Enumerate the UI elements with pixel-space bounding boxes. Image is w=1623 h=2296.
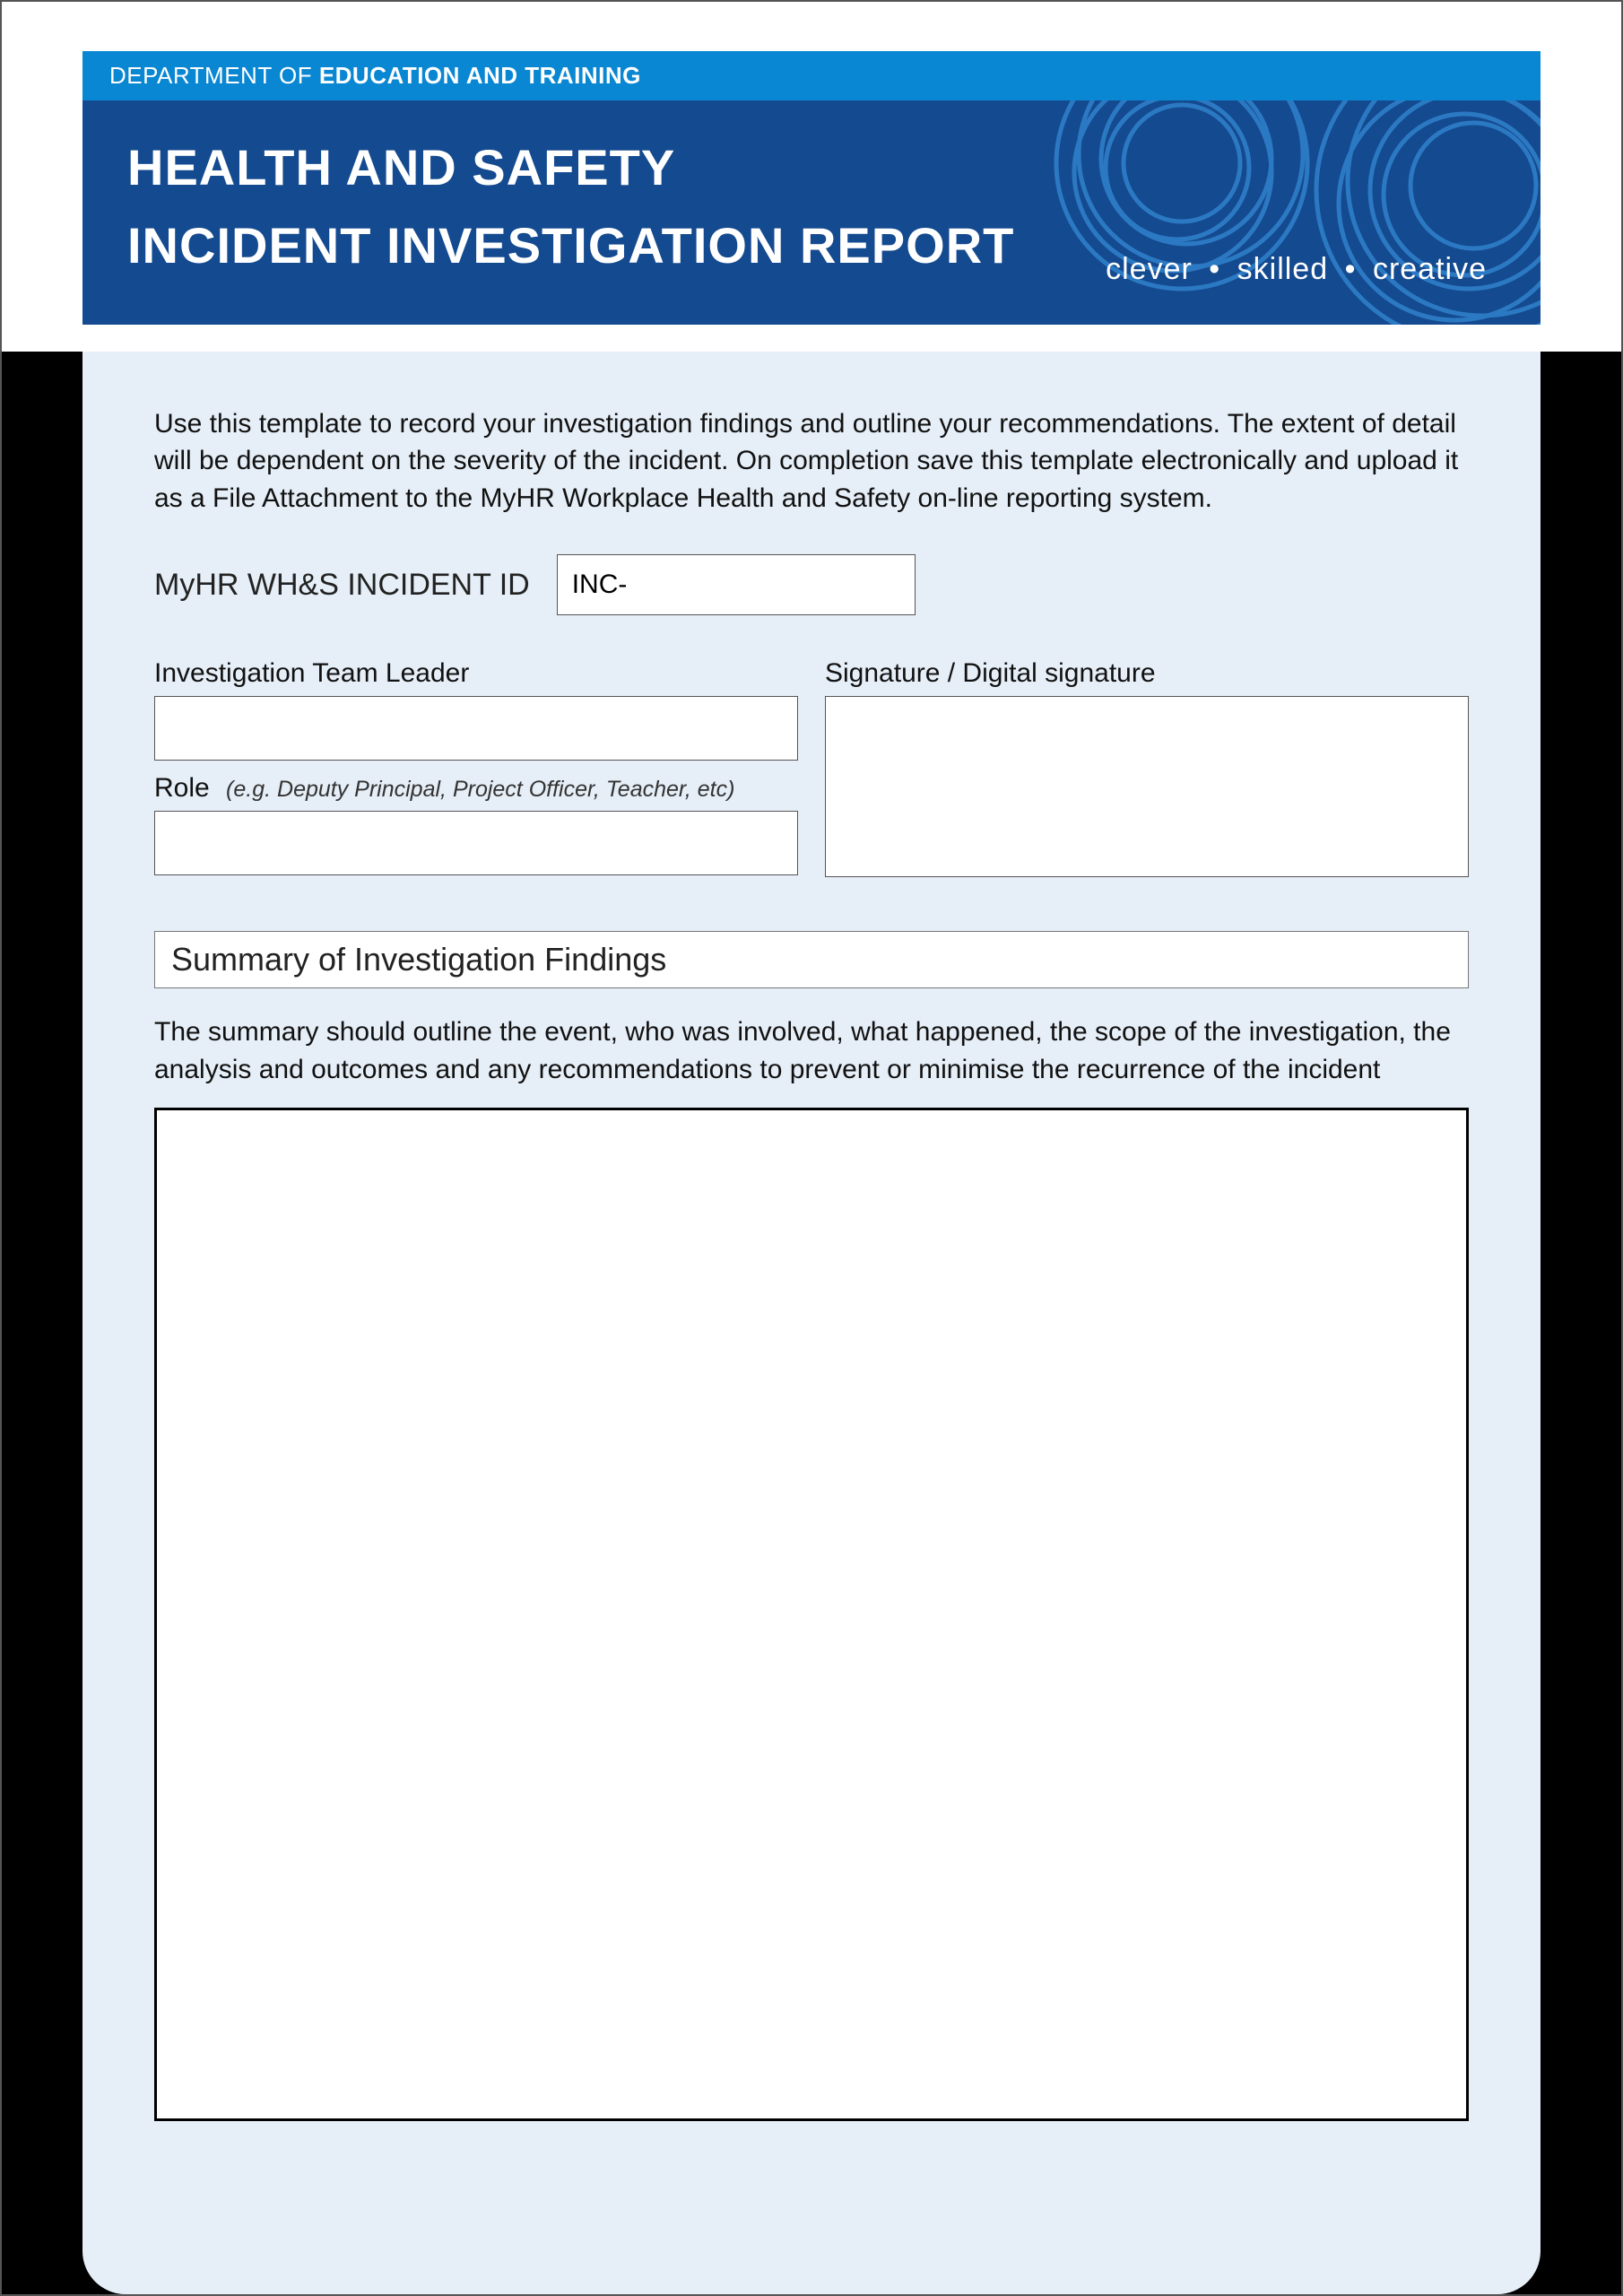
signature-box[interactable] (825, 696, 1469, 877)
leader-column: Investigation Team Leader Role (e.g. Dep… (154, 658, 798, 877)
incident-id-row: MyHR WH&S INCIDENT ID (154, 554, 1469, 615)
team-leader-label: Investigation Team Leader (154, 658, 798, 689)
role-input[interactable] (154, 811, 798, 875)
department-prefix: DEPARTMENT OF (109, 62, 319, 89)
header-area: DEPARTMENT OF EDUCATION AND TRAINING HEA… (2, 2, 1621, 352)
department-bar: DEPARTMENT OF EDUCATION AND TRAINING (82, 51, 1541, 100)
role-hint: (e.g. Deputy Principal, Project Officer,… (226, 777, 734, 802)
summary-heading: Summary of Investigation Findings (154, 931, 1469, 988)
incident-id-input[interactable] (557, 554, 916, 615)
summary-description: The summary should outline the event, wh… (154, 1013, 1469, 1088)
bullet-icon: • (1338, 252, 1364, 286)
leader-signature-row: Investigation Team Leader Role (e.g. Dep… (154, 658, 1469, 877)
team-leader-input[interactable] (154, 696, 798, 761)
bullet-icon: • (1202, 252, 1228, 286)
instructions-text: Use this template to record your investi… (154, 405, 1469, 517)
form-card: Use this template to record your investi… (82, 352, 1541, 2294)
title-line-1: HEALTH AND SAFETY (127, 139, 675, 196)
body-area: Use this template to record your investi… (2, 352, 1621, 2294)
tagline-word-1: clever (1106, 252, 1193, 286)
page: DEPARTMENT OF EDUCATION AND TRAINING HEA… (0, 0, 1623, 2296)
tagline: clever • skilled • creative (1106, 252, 1487, 287)
signature-column: Signature / Digital signature (825, 658, 1469, 877)
tagline-word-3: creative (1373, 252, 1487, 286)
incident-id-label: MyHR WH&S INCIDENT ID (154, 568, 530, 603)
role-label-row: Role (e.g. Deputy Principal, Project Off… (154, 773, 798, 804)
title-bar: HEALTH AND SAFETY INCIDENT INVESTIGATION… (82, 100, 1541, 325)
title-line-2: INCIDENT INVESTIGATION REPORT (127, 217, 1014, 274)
summary-textarea[interactable] (154, 1108, 1469, 2121)
signature-label: Signature / Digital signature (825, 658, 1469, 689)
tagline-word-2: skilled (1237, 252, 1328, 286)
role-label: Role (154, 773, 210, 803)
department-name: EDUCATION AND TRAINING (319, 62, 641, 89)
